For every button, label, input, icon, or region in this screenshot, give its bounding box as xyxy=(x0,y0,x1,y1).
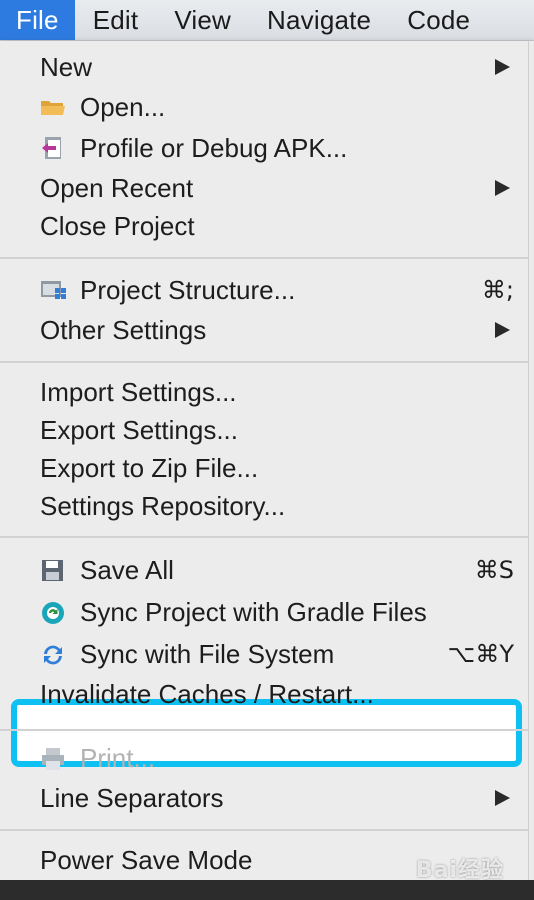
menu-item-open-recent[interactable]: Open Recent xyxy=(0,169,528,207)
menu-item-label: Print... xyxy=(80,743,156,773)
menu-separator xyxy=(0,257,528,259)
menu-item-open[interactable]: Open... xyxy=(0,88,528,126)
menu-item-label: Save All xyxy=(80,555,174,585)
menu-item-label: Sync with File System xyxy=(80,639,335,669)
screenshot-frame: File Edit View Navigate Code New Open... xyxy=(0,0,534,900)
menu-item-label: Line Separators xyxy=(40,783,224,813)
watermark-text: Bai经验 xyxy=(415,858,504,883)
menu-item-label: Invalidate Caches / Restart... xyxy=(40,679,374,709)
submenu-arrow-icon xyxy=(495,180,510,196)
menu-item-line-separators[interactable]: Line Separators xyxy=(0,779,528,817)
menubar-file[interactable]: File xyxy=(0,0,75,40)
menu-item-label: Import Settings... xyxy=(40,377,237,407)
menu-item-label: Other Settings xyxy=(40,315,207,345)
apk-icon xyxy=(40,136,66,160)
menu-item-project-structure[interactable]: Project Structure... ⌘; xyxy=(0,271,528,309)
menubar-navigate[interactable]: Navigate xyxy=(249,0,389,40)
menu-item-sync-file-system[interactable]: Sync with File System ⌥⌘Y xyxy=(0,635,528,673)
file-menu-panel: New Open... Profile or Debug APK... Open… xyxy=(0,41,529,880)
folder-icon xyxy=(40,95,66,119)
menubar-view[interactable]: View xyxy=(156,0,249,40)
menu-separator xyxy=(0,536,528,538)
menu-item-label: Export Settings... xyxy=(40,415,238,445)
menu-separator xyxy=(0,729,528,731)
menu-item-profile-debug-apk[interactable]: Profile or Debug APK... xyxy=(0,129,528,167)
menubar: File Edit View Navigate Code xyxy=(0,0,534,41)
menu-item-print: Print... xyxy=(0,739,528,777)
menu-item-label: Close Project xyxy=(40,211,195,241)
menu-item-label: Open Recent xyxy=(40,173,194,203)
menu-item-other-settings[interactable]: Other Settings xyxy=(0,311,528,349)
menu-item-label: Open... xyxy=(80,92,166,122)
gradle-sync-icon xyxy=(40,600,66,624)
menu-item-label: Profile or Debug APK... xyxy=(80,133,348,163)
menu-separator xyxy=(0,829,528,831)
menu-item-settings-repository[interactable]: Settings Repository... xyxy=(0,487,528,525)
menu-item-import-settings[interactable]: Import Settings... xyxy=(0,373,528,411)
menubar-edit[interactable]: Edit xyxy=(75,0,157,40)
menu-item-export-zip[interactable]: Export to Zip File... xyxy=(0,449,528,487)
menu-item-save-all[interactable]: Save All ⌘S xyxy=(0,551,528,589)
menubar-code[interactable]: Code xyxy=(389,0,488,40)
menu-item-label: Export to Zip File... xyxy=(40,453,259,483)
menu-item-sync-gradle[interactable]: Sync Project with Gradle Files xyxy=(0,593,528,631)
menu-item-invalidate-caches[interactable]: Invalidate Caches / Restart... xyxy=(0,675,528,713)
menu-item-shortcut: ⌘S xyxy=(474,556,514,584)
submenu-arrow-icon xyxy=(495,790,510,806)
menu-item-label: Project Structure... xyxy=(80,275,296,305)
menu-item-label: Sync Project with Gradle Files xyxy=(80,597,427,627)
submenu-arrow-icon xyxy=(495,59,510,75)
file-menu-dropdown: New Open... Profile or Debug APK... Open… xyxy=(0,41,534,900)
save-icon xyxy=(40,558,66,582)
menu-item-new[interactable]: New xyxy=(0,48,528,86)
sync-icon xyxy=(40,642,66,666)
menu-item-close-project[interactable]: Close Project xyxy=(0,207,528,245)
menu-separator xyxy=(0,361,528,363)
menu-item-label: New xyxy=(40,52,93,82)
menu-item-label: Power Save Mode xyxy=(40,845,253,875)
project-structure-icon xyxy=(40,278,66,302)
menu-item-label: Settings Repository... xyxy=(40,491,286,521)
menu-item-export-settings[interactable]: Export Settings... xyxy=(0,411,528,449)
submenu-arrow-icon xyxy=(495,322,510,338)
print-icon xyxy=(40,746,66,770)
menu-item-shortcut: ⌥⌘Y xyxy=(447,640,514,668)
menu-item-shortcut: ⌘; xyxy=(481,276,514,304)
